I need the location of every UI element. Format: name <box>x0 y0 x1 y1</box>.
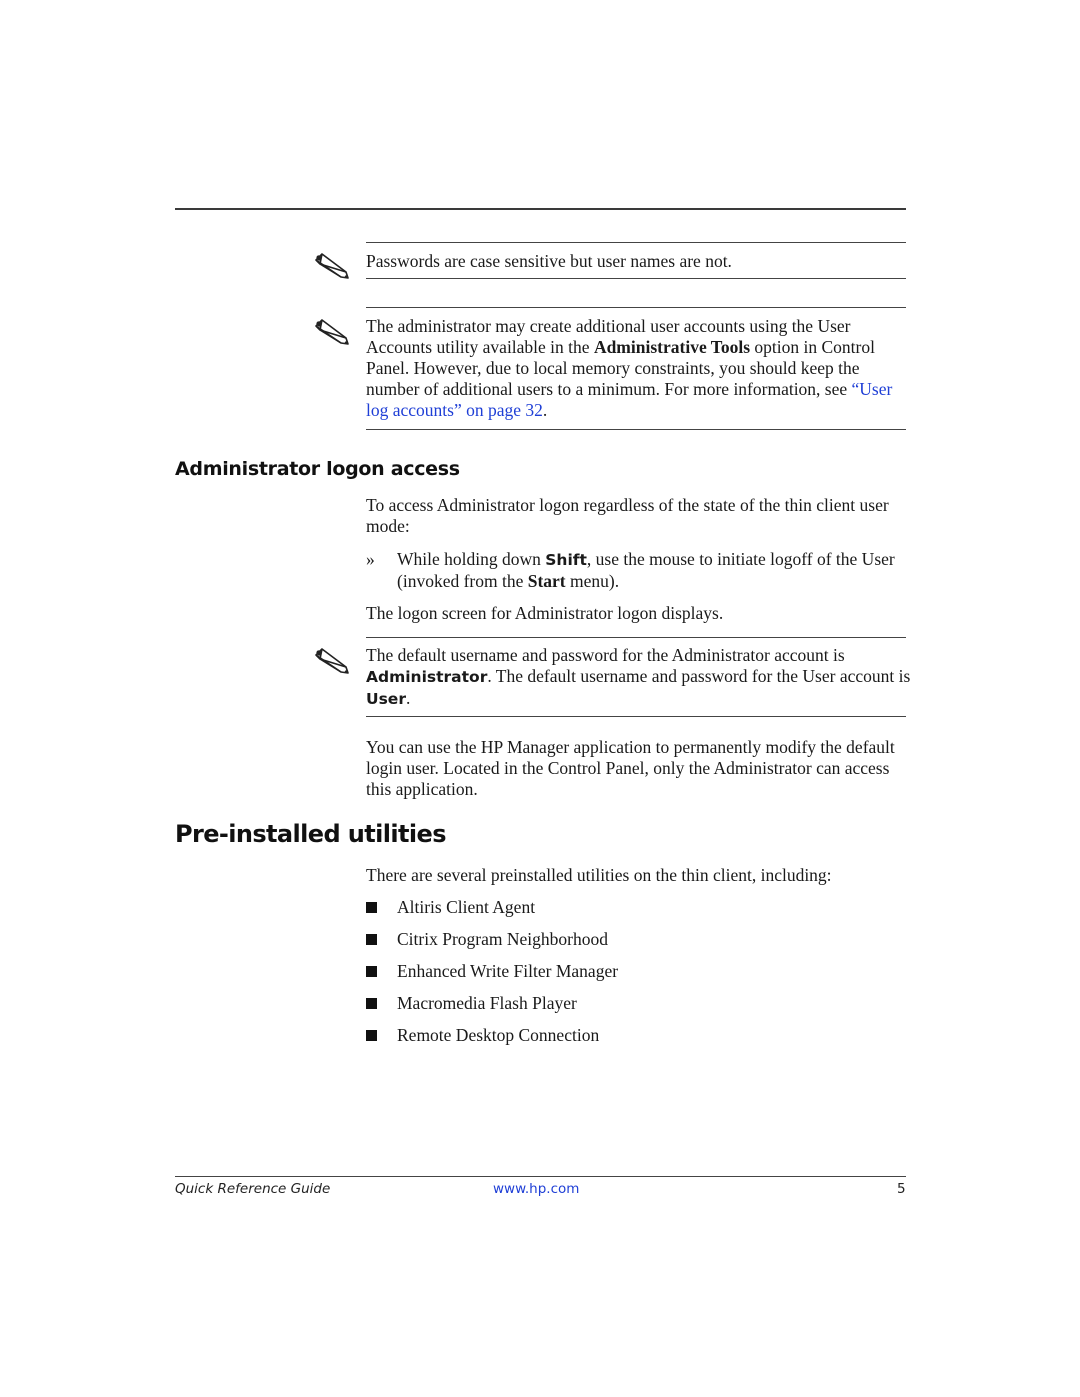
hp-manager-paragraph: You can use the HP Manager application t… <box>366 737 895 799</box>
bullet-square-icon <box>366 998 377 1009</box>
note-admin-accounts: The administrator may create additional … <box>366 316 911 421</box>
admin-logon-heading: Administrator logon access <box>175 458 460 480</box>
note-1-top-rule <box>366 242 906 243</box>
footer-rule <box>175 1176 906 1177</box>
start-menu-term: Start <box>527 571 566 591</box>
shift-key: Shift <box>545 551 587 569</box>
note-text: The default username and password for th… <box>366 645 845 665</box>
note-text: . <box>405 688 411 708</box>
utilities-intro: There are several preinstalled utilities… <box>366 865 832 885</box>
step-text: While holding down <box>397 549 546 569</box>
step-marker: » <box>366 549 375 569</box>
note-default-credentials: The default username and password for th… <box>366 645 911 710</box>
note-3-top-rule <box>366 637 906 638</box>
administrative-tools-term: Administrative Tools <box>593 337 751 357</box>
page-number: 5 <box>897 1181 906 1197</box>
bullet-square-icon <box>366 902 377 913</box>
note-2-bottom-rule <box>366 429 906 430</box>
list-item-text: Altiris Client Agent <box>397 897 536 917</box>
admin-logon-result: The logon screen for Administrator logon… <box>366 603 724 623</box>
note-3-bottom-rule <box>366 716 906 717</box>
pencil-note-icon <box>315 648 349 674</box>
user-credential: User <box>366 690 406 708</box>
footer-url-link[interactable]: www.hp.com <box>493 1181 579 1197</box>
note-passwords: Passwords are case sensitive but user na… <box>366 251 911 272</box>
administrator-credential: Administrator <box>366 668 488 686</box>
note-1-bottom-rule <box>366 278 906 279</box>
bullet-square-icon <box>366 934 377 945</box>
header-rule <box>175 208 906 210</box>
step-text: menu). <box>565 571 620 591</box>
list-item-text: Macromedia Flash Player <box>397 993 577 1013</box>
note-text: . The default username and password for … <box>487 666 911 686</box>
pencil-note-icon <box>315 253 349 279</box>
note-2-top-rule <box>366 307 906 308</box>
bullet-square-icon <box>366 1030 377 1041</box>
list-item-text: Remote Desktop Connection <box>397 1025 600 1045</box>
pencil-note-icon <box>315 319 349 345</box>
admin-logon-intro: To access Administrator logon regardless… <box>366 495 889 536</box>
admin-logon-step: While holding down Shift, use the mouse … <box>397 549 912 592</box>
preinstalled-utilities-heading: Pre-installed utilities <box>175 820 447 848</box>
note-text: . <box>542 400 548 420</box>
footer-guide-title: Quick Reference Guide <box>175 1181 331 1197</box>
bullet-square-icon <box>366 966 377 977</box>
list-item-text: Enhanced Write Filter Manager <box>397 961 619 981</box>
list-item-text: Citrix Program Neighborhood <box>397 929 608 949</box>
note-passwords-text: Passwords are case sensitive but user na… <box>366 251 732 271</box>
